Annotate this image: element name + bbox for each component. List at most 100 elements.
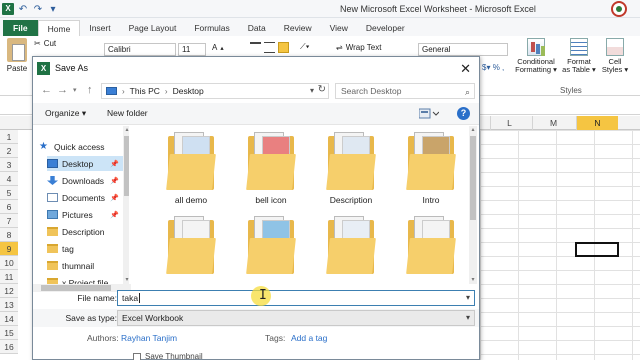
cut-button[interactable]: ✂ Cut — [34, 39, 56, 48]
accounting-format-button[interactable]: $▾ % , — [482, 63, 504, 72]
row-header[interactable]: 4 — [0, 172, 18, 186]
address-dropdown-icon[interactable]: ▾ — [310, 86, 314, 95]
folder-item[interactable] — [313, 216, 389, 279]
close-icon[interactable]: ✕ — [460, 61, 471, 77]
save-thumbnail-row[interactable]: Save Thumbnail — [133, 352, 203, 360]
row-header[interactable]: 16 — [0, 340, 18, 354]
row-header[interactable]: 8 — [0, 228, 18, 242]
tab-data[interactable]: Data — [239, 20, 275, 36]
customize-qat-icon[interactable]: ▾ — [47, 3, 59, 15]
search-input[interactable]: Search Desktop ⌕ — [335, 83, 475, 99]
recent-locations-icon[interactable]: ▾ — [73, 86, 77, 94]
up-arrow-icon[interactable]: ↑ — [87, 84, 93, 96]
folder-item[interactable]: bell icon — [233, 132, 309, 205]
sidebar-item[interactable]: tag — [47, 241, 123, 256]
save-thumbnail-checkbox[interactable] — [133, 352, 141, 360]
sidebar-item[interactable]: Description — [47, 224, 123, 239]
font-name-select[interactable]: Calibri — [104, 43, 176, 56]
organize-button[interactable]: Organize ▾ — [45, 108, 86, 119]
row-header[interactable]: 5 — [0, 186, 18, 200]
align-top-button[interactable] — [250, 42, 261, 53]
number-format-select[interactable]: General — [418, 43, 508, 56]
column-header-n[interactable]: N — [576, 116, 618, 130]
tab-insert[interactable]: Insert — [80, 20, 119, 36]
row-header[interactable]: 3 — [0, 158, 18, 172]
dialog-title-bar: X Save As — [33, 57, 479, 79]
row-header[interactable]: 9 — [0, 242, 18, 256]
folder-label: Description — [329, 195, 373, 205]
tab-developer[interactable]: Developer — [357, 20, 414, 36]
row-header[interactable]: 2 — [0, 144, 18, 158]
row-header[interactable]: 14 — [0, 312, 18, 326]
sidebar-item-label: Downloads — [62, 175, 105, 186]
excel-app-icon: X — [37, 61, 50, 75]
conditional-formatting-button[interactable]: Conditional Formatting ▾ — [515, 38, 557, 74]
folder-item[interactable] — [153, 216, 229, 279]
grow-font-button[interactable]: A ▴ — [212, 43, 224, 52]
address-bar[interactable]: › This PC › Desktop ▾ ↻ — [101, 83, 329, 99]
breadcrumb-desktop[interactable]: Desktop — [173, 86, 204, 96]
sidebar-item[interactable]: Desktop 📌 — [47, 156, 123, 171]
row-header[interactable]: 11 — [0, 270, 18, 284]
row-header[interactable]: 10 — [0, 256, 18, 270]
tags-value[interactable]: Add a tag — [291, 333, 327, 343]
orientation-button[interactable]: ⟋▾ — [300, 42, 310, 52]
sidebar-item[interactable]: Pictures 📌 — [47, 207, 123, 222]
row-header[interactable]: 1 — [0, 130, 18, 144]
wrap-text-button[interactable]: ⇌ Wrap Text — [336, 43, 381, 52]
sidebar-item[interactable]: thumnail — [47, 258, 123, 273]
row-header[interactable]: 13 — [0, 298, 18, 312]
files-scrollbar[interactable]: ▴ ▾ — [469, 126, 477, 284]
tab-page-layout[interactable]: Page Layout — [120, 20, 186, 36]
tab-home[interactable]: Home — [37, 20, 81, 36]
documents-icon — [47, 193, 58, 202]
folder-item[interactable]: Intro — [393, 132, 469, 205]
sidebar-item-label: thumnail — [62, 260, 95, 271]
authors-value[interactable]: Rayhan Tanjim — [121, 333, 177, 343]
download-icon — [47, 176, 58, 185]
column-header-l[interactable]: L — [490, 116, 528, 130]
sidebar-item[interactable]: x Project file — [47, 275, 123, 284]
sidebar-item[interactable]: ★ Quick access — [39, 139, 123, 154]
redo-icon[interactable]: ↷ — [32, 3, 44, 15]
align-middle-button[interactable] — [264, 42, 275, 53]
file-name-input[interactable]: taka ▾ — [117, 290, 475, 306]
tab-formulas[interactable]: Formulas — [185, 20, 238, 36]
font-size-select[interactable]: 11 — [178, 43, 206, 56]
folder-item[interactable] — [233, 216, 309, 279]
save-type-select[interactable]: Excel Workbook ▾ — [117, 310, 475, 326]
folder-item[interactable]: Description — [313, 132, 389, 205]
help-icon[interactable]: ? — [457, 107, 470, 120]
sidebar-item[interactable]: Documents 📌 — [47, 190, 123, 205]
folder-item[interactable] — [393, 216, 469, 279]
chevron-down-icon[interactable]: ▾ — [466, 291, 470, 305]
folder-icon — [326, 216, 376, 274]
sidebar-item-label: Desktop — [62, 158, 94, 169]
row-header[interactable]: 15 — [0, 326, 18, 340]
folder-icon — [166, 216, 216, 274]
refresh-icon[interactable]: ↻ — [318, 84, 326, 95]
breadcrumb-this-pc[interactable]: This PC — [130, 86, 160, 96]
paste-button[interactable]: Paste — [4, 38, 30, 73]
row-header[interactable]: 12 — [0, 284, 18, 298]
clipboard-icon — [7, 38, 27, 62]
tab-review[interactable]: Review — [275, 20, 321, 36]
view-options-icon[interactable] — [418, 108, 440, 119]
column-header-m[interactable]: M — [532, 116, 574, 130]
undo-icon[interactable]: ↶ — [17, 3, 29, 15]
folder-item[interactable]: all demo — [153, 132, 229, 205]
forward-arrow-icon[interactable]: → — [57, 84, 68, 96]
cell-styles-button[interactable]: Cell Styles ▾ — [594, 38, 636, 74]
sidebar-item[interactable]: Downloads 📌 — [47, 173, 123, 188]
new-folder-button[interactable]: New folder — [107, 108, 148, 118]
tab-view[interactable]: View — [321, 20, 357, 36]
row-header[interactable]: 7 — [0, 214, 18, 228]
tab-file[interactable]: File — [3, 20, 38, 36]
active-cell[interactable] — [575, 242, 619, 257]
chevron-down-icon[interactable]: ▾ — [466, 311, 470, 325]
pictures-icon — [47, 210, 58, 219]
back-arrow-icon[interactable]: ← — [41, 84, 52, 96]
align-bottom-button[interactable] — [278, 42, 289, 53]
row-header[interactable]: 6 — [0, 200, 18, 214]
nav-scrollbar[interactable]: ▴ ▾ — [123, 126, 129, 284]
